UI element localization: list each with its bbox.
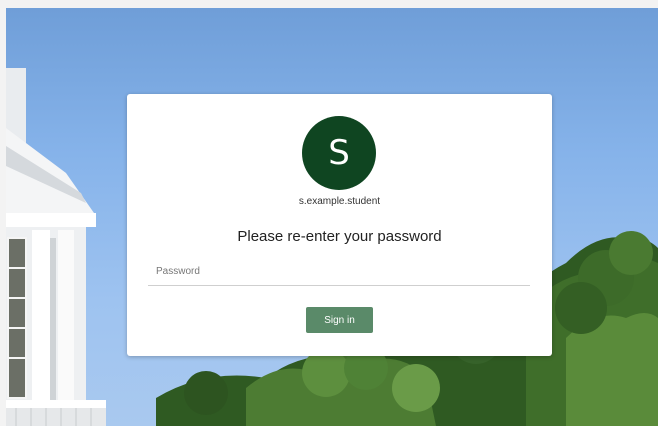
reauth-card: S s.example.student Please re-enter your… [127,94,552,356]
username-label: s.example.student [298,196,381,207]
signin-button[interactable]: Sign in [306,307,373,333]
top-strip [0,0,658,8]
page-title: Please re-enter your password [237,228,442,245]
avatar: S [302,116,376,190]
avatar-initial: S [328,133,350,173]
password-input[interactable] [148,258,530,286]
